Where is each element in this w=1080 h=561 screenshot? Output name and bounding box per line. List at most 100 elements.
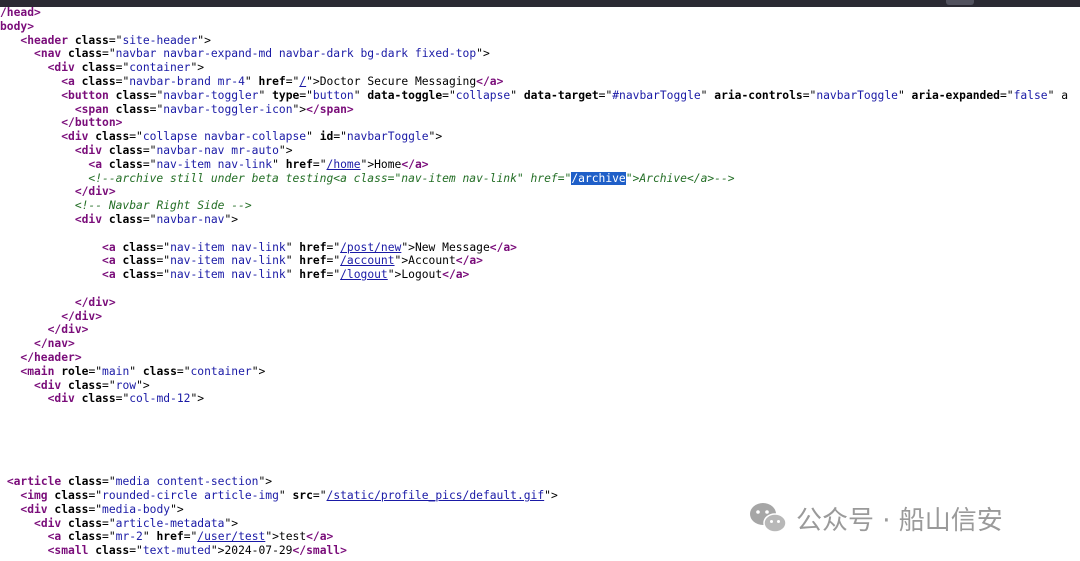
tag-token: <a [61, 75, 82, 88]
source-line: <small class="text-muted">2024-07-29</sm… [0, 544, 347, 558]
value-token: collapse navbar-collapse [142, 130, 307, 144]
text-token: "> [251, 364, 266, 378]
tag-token: </nav> [34, 337, 75, 351]
source-link[interactable]: /static/profile_pics/default.gif [327, 489, 545, 502]
tag-token: <div [47, 392, 82, 406]
source-line: <div class="article-metadata"> [0, 517, 238, 531]
text-token: =" [115, 75, 130, 88]
attribute-token: class [81, 392, 116, 406]
text-token: " [353, 88, 368, 102]
text-token: ">Doctor Secure Messaging [306, 75, 477, 88]
watermark-text: 公众号 · 船山信安 [796, 505, 1003, 536]
source-link[interactable]: /user/test [197, 530, 265, 543]
value-token: container [190, 364, 252, 378]
text-token: =" [102, 516, 116, 530]
source-line: <!--archive still under beta testing<a c… [0, 171, 735, 186]
tag-token: </a> [442, 268, 470, 282]
source-link[interactable]: /post/new [340, 241, 401, 254]
source-link[interactable]: /home [327, 158, 361, 171]
tag-token: <small [47, 544, 96, 558]
source-line: <a class="nav-item nav-link" href="/logo… [0, 268, 469, 282]
text-token: =" [102, 475, 116, 489]
value-token: navbar-toggler [163, 88, 259, 102]
source-line: </nav> [0, 337, 75, 351]
value-token: nav-item nav-link [170, 240, 286, 254]
text-token: "> [476, 47, 490, 61]
value-token: false [1013, 88, 1048, 102]
value-token: row [115, 378, 137, 392]
source-line: <div class="container"> [0, 61, 204, 75]
tag-token: </a> [476, 75, 504, 88]
source-line: body> [0, 20, 34, 34]
text-token: =" [129, 544, 143, 558]
tag-token: <div [47, 61, 82, 75]
attribute-token: role [61, 364, 89, 378]
source-link[interactable]: /account [340, 254, 394, 267]
tag-token: <a [102, 254, 123, 268]
attribute-token: class [68, 475, 103, 489]
attribute-token: id [319, 130, 334, 144]
page-source-view: /head> body> <header class="site-header">… [0, 0, 1080, 561]
value-token: main [102, 364, 130, 378]
attribute-token: class [54, 489, 89, 502]
tag-token: <a [88, 157, 109, 171]
text-token: =" [149, 88, 164, 102]
source-line: <div class="media-body"> [0, 502, 183, 517]
source-line: </button> [0, 116, 122, 130]
tag-token: <a [47, 530, 69, 544]
text-token: " [142, 530, 157, 544]
text-token: ">Logout [387, 268, 443, 282]
text-token: "> [197, 33, 211, 47]
value-token: mr-2 [115, 530, 143, 544]
value-token: text-muted [142, 544, 211, 558]
tag-token: </header> [20, 351, 82, 364]
attribute-token: src [292, 489, 313, 502]
attribute-token: class [74, 33, 109, 47]
text-token: =" [176, 364, 191, 378]
attribute-token: href [285, 157, 313, 171]
text-token: =" [156, 268, 171, 282]
tag-token: <a [102, 240, 123, 254]
source-line: </div> [0, 185, 116, 199]
text-token: =" [333, 130, 347, 144]
source-link[interactable]: /logout [340, 268, 388, 281]
value-token: navbar-nav [156, 213, 225, 226]
tag-token: <div [34, 378, 69, 392]
text-token: =" [149, 102, 164, 116]
tag-token: </div> [74, 185, 116, 199]
tag-token: <div [74, 144, 109, 157]
text-token: =" [102, 530, 116, 544]
text-token: =" [102, 47, 116, 61]
attribute-token: class [68, 378, 103, 392]
text-token: "> [190, 392, 205, 406]
attribute-token: href [299, 240, 327, 254]
source-line: <a class="mr-2" href="/user/test">test</… [0, 530, 334, 544]
text-token: =" [88, 502, 103, 516]
source-line: <main role="main" class="container"> [0, 365, 265, 379]
text-token: "> [428, 130, 443, 144]
text-token: =" [183, 530, 198, 544]
tag-token: </div> [61, 309, 103, 323]
attribute-token: class [108, 213, 143, 226]
tag-token: <a [102, 268, 123, 282]
tag-token: <div [61, 130, 96, 144]
text-token: " a [1047, 88, 1068, 102]
text-token: =" [299, 88, 313, 102]
value-token: navbarToggle [816, 88, 898, 102]
tag-token: </a> [489, 240, 517, 254]
text-token: =" [442, 88, 456, 102]
tag-token: </a> [401, 157, 429, 171]
text-token: "> [136, 378, 150, 392]
text-token: =" [156, 254, 171, 268]
value-token: navbar navbar-expand-md navbar-dark bg-d… [115, 47, 477, 61]
attribute-token: class [81, 61, 116, 75]
attribute-token: class [142, 364, 177, 378]
selected-text[interactable]: /archive [571, 171, 626, 185]
